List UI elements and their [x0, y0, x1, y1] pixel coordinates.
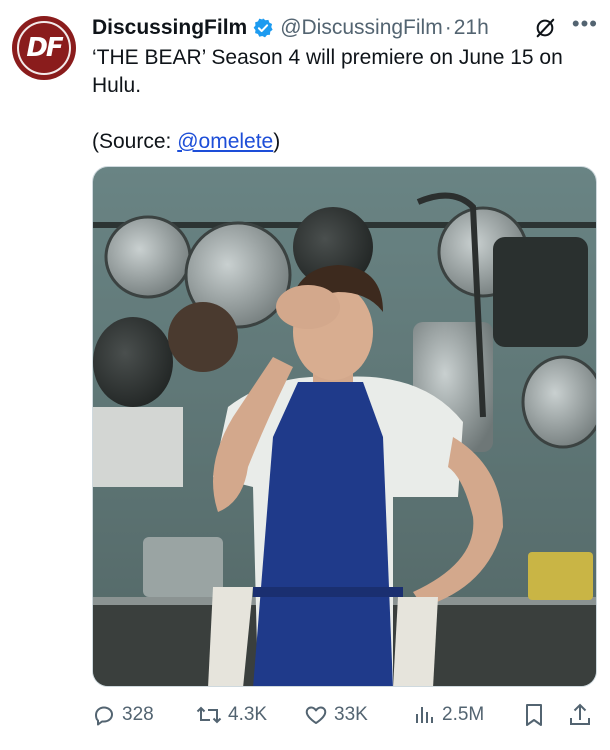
tweet-text-line: ‘THE BEAR’ Season 4 will premiere on Jun… — [92, 46, 563, 97]
source-prefix: (Source: — [92, 130, 178, 153]
share-button[interactable] — [568, 702, 592, 728]
bookmark-button[interactable] — [522, 702, 546, 728]
source-suffix: ) — [273, 130, 281, 153]
views-count: 2.5M — [442, 704, 485, 725]
heart-icon — [305, 706, 327, 724]
like-button[interactable]: 33K — [304, 703, 368, 727]
grok-icon[interactable] — [534, 17, 556, 39]
retweet-button[interactable]: 4.3K — [196, 703, 267, 727]
like-count: 33K — [334, 704, 368, 725]
retweet-icon — [196, 706, 222, 724]
views-button[interactable]: 2.5M — [412, 703, 484, 727]
author-handle[interactable]: @DiscussingFilm — [280, 16, 443, 40]
share-icon — [570, 703, 590, 725]
avatar-logo: DF — [26, 33, 63, 63]
tweet-text: ‘THE BEAR’ Season 4 will premiere on Jun… — [92, 44, 597, 100]
timestamp[interactable]: 21h — [454, 16, 489, 40]
avatar[interactable]: DF — [12, 16, 76, 80]
views-icon — [416, 707, 433, 723]
verified-badge-icon[interactable] — [252, 17, 274, 39]
avatar-ring: DF — [17, 21, 71, 75]
tweet-source: (Source: @omelete) — [92, 128, 280, 156]
reply-icon — [95, 706, 113, 726]
tweet-image[interactable] — [92, 166, 597, 687]
source-link[interactable]: @omelete — [177, 130, 273, 153]
more-icon[interactable]: ••• — [572, 13, 598, 35]
time-separator: · — [444, 16, 452, 39]
author-name[interactable]: DiscussingFilm — [92, 16, 247, 40]
bookmark-icon — [526, 704, 542, 726]
retweet-count: 4.3K — [228, 704, 268, 725]
reply-button[interactable]: 328 — [92, 703, 154, 727]
action-bar: 328 4.3K 33K 2.5M — [92, 697, 597, 733]
tweet-header: DiscussingFilm @DiscussingFilm · 21h ••• — [92, 13, 598, 42]
reply-count: 328 — [122, 704, 154, 725]
